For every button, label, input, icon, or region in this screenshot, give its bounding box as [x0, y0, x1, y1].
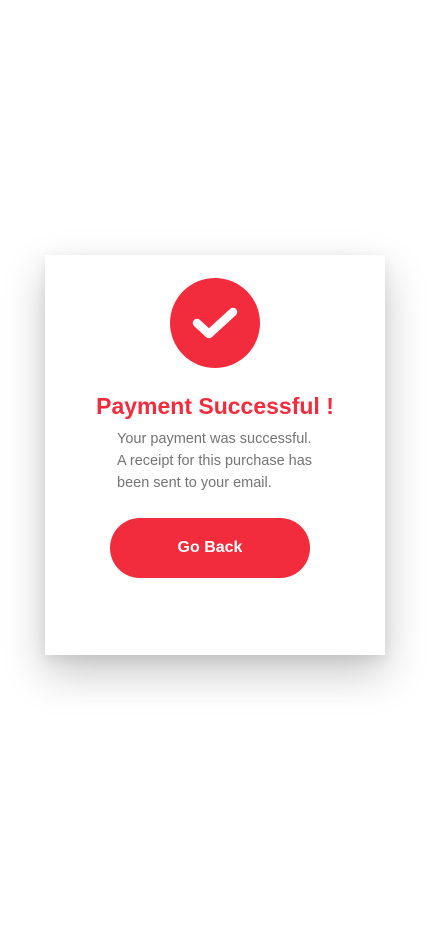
payment-success-card: Payment Successful ! Your payment was su… — [45, 255, 385, 655]
dialog-title: Payment Successful ! — [96, 393, 334, 419]
go-back-button[interactable]: Go Back — [110, 518, 310, 578]
success-badge — [170, 278, 260, 368]
check-icon — [192, 307, 238, 339]
message-line: A receipt for this purchase has — [117, 453, 313, 469]
message-line: been sent to your email. — [117, 475, 272, 491]
message-line: Your payment was successful. — [117, 431, 312, 447]
dialog-message: Your payment was successful. A receipt f… — [117, 428, 347, 494]
